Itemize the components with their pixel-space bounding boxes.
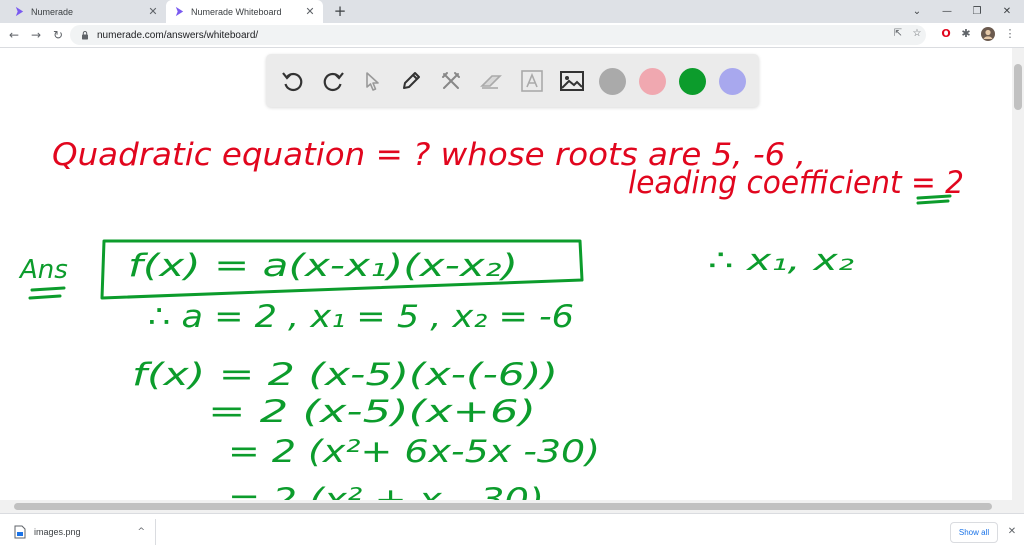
side-note: ∴ x₁, x₂ [708, 243, 855, 277]
formula: f(x) = a(x-x₁)(x-x₂) [128, 248, 518, 284]
file-icon [14, 525, 26, 539]
lock-icon [82, 31, 88, 40]
reload-button[interactable]: ↻ [50, 27, 66, 43]
question-line-2: leading coefficient = 2 [628, 165, 964, 201]
undo-icon [282, 72, 303, 92]
step-3: = 2 (x²+ 6x-5x -30) [228, 434, 600, 470]
pen-icon [403, 72, 420, 89]
address-bar[interactable]: numerade.com/answers/whiteboard/ [70, 25, 926, 45]
step-1: f(x) = 2 (x-5)(x-(-6)) [132, 357, 558, 393]
image-tool-button[interactable] [557, 66, 587, 96]
ans-underline [28, 286, 66, 300]
whiteboard-toolbar [266, 54, 759, 107]
close-download-bar-icon[interactable]: ✕ [1006, 526, 1018, 538]
minimize-button[interactable]: — [932, 0, 962, 23]
tab-label: Numerade Whiteboard [191, 6, 282, 17]
menu-kebab-icon[interactable]: ⋮ [1003, 27, 1017, 41]
eraser-tool-button[interactable] [476, 66, 506, 96]
tools-icon [442, 72, 460, 89]
forward-button[interactable]: → [28, 27, 44, 43]
vertical-scroll-thumb[interactable] [1014, 64, 1022, 110]
close-tab-icon[interactable]: ✕ [303, 5, 317, 19]
bookmark-star-icon[interactable]: ☆ [911, 28, 923, 40]
close-tab-icon[interactable]: ✕ [146, 5, 160, 19]
browser-toolbar: ← → ↻ numerade.com/answers/whiteboard/ ⇱… [0, 23, 1024, 48]
close-window-button[interactable]: ✕ [992, 0, 1022, 23]
undo-button[interactable] [278, 66, 308, 96]
color-swatch-pink[interactable] [639, 68, 666, 95]
tab-label: Numerade [31, 6, 74, 17]
tab-strip: Numerade ✕ Numerade Whiteboard ✕ + ⌄ — ❐… [0, 0, 1024, 23]
redo-icon [323, 72, 344, 92]
color-swatch-gray[interactable] [599, 68, 626, 95]
horizontal-scroll-thumb[interactable] [14, 503, 992, 510]
tab-numerade[interactable]: Numerade ✕ [0, 0, 166, 23]
profile-avatar[interactable] [981, 27, 995, 41]
image-icon [560, 71, 584, 91]
maximize-button[interactable]: ❐ [962, 0, 992, 23]
numerade-favicon-icon [15, 6, 24, 17]
url-text: numerade.com/answers/whiteboard/ [97, 29, 259, 41]
step-4: = 2 (x² + x - 30) [228, 482, 544, 500]
share-icon[interactable]: ⇱ [892, 28, 904, 40]
download-file-name: images.png [34, 527, 81, 537]
tools-button[interactable] [436, 66, 466, 96]
download-item[interactable]: images.png ^ [6, 519, 156, 545]
browser-window: Numerade ✕ Numerade Whiteboard ✕ + ⌄ — ❐… [0, 0, 1024, 550]
horizontal-scrollbar[interactable] [0, 500, 1024, 513]
show-all-button[interactable]: Show all [950, 522, 998, 543]
tab-search-button[interactable]: ⌄ [902, 0, 932, 23]
tab-numerade-whiteboard[interactable]: Numerade Whiteboard ✕ [166, 0, 323, 23]
text-tool-button[interactable] [517, 66, 547, 96]
numerade-favicon-icon [175, 6, 184, 17]
eraser-icon [480, 75, 502, 89]
color-swatch-lavender[interactable] [719, 68, 746, 95]
pen-tool-button[interactable] [396, 66, 426, 96]
redo-button[interactable] [318, 66, 348, 96]
opera-extension-icon[interactable]: O [939, 27, 953, 41]
values-line: ∴ a = 2 , x₁ = 5 , x₂ = -6 [148, 299, 574, 335]
select-tool-button[interactable] [357, 66, 387, 96]
whiteboard-canvas[interactable]: Quadratic equation = ? whose roots are 5… [0, 48, 1012, 500]
pointer-icon [366, 72, 379, 91]
download-bar: images.png ^ Show all ✕ [0, 513, 1024, 550]
extensions-puzzle-icon[interactable]: ✱ [959, 27, 973, 41]
step-2: = 2 (x-5)(x+6) [208, 394, 536, 430]
vertical-scrollbar[interactable] [1012, 48, 1024, 500]
text-icon [521, 70, 543, 92]
chevron-up-icon[interactable]: ^ [137, 527, 145, 537]
back-button[interactable]: ← [6, 27, 22, 43]
ans-label: Ans [18, 255, 68, 285]
color-swatch-green[interactable] [679, 68, 706, 95]
new-tab-button[interactable]: + [331, 2, 349, 20]
whiteboard-page: Quadratic equation = ? whose roots are 5… [0, 48, 1024, 500]
